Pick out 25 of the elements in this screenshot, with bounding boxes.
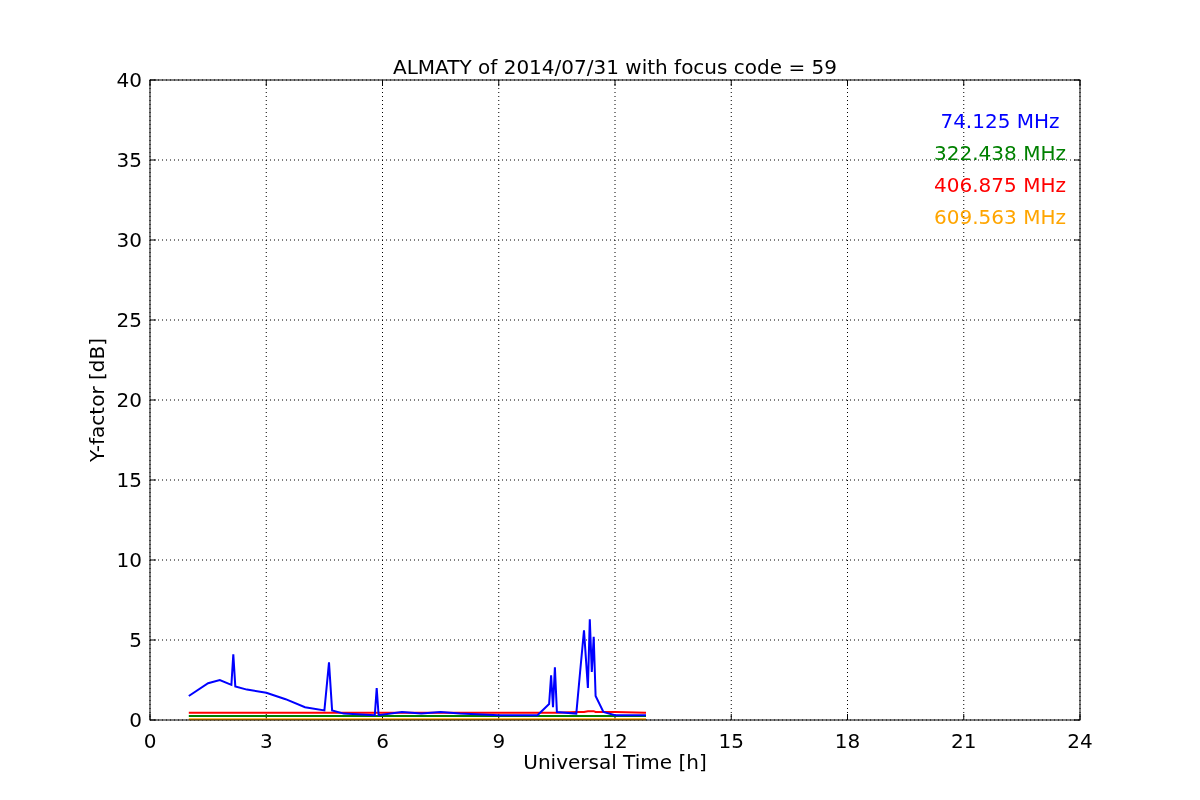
- y-tick-label: 5: [129, 628, 142, 652]
- y-tick-label: 10: [116, 548, 142, 572]
- legend-label: 322.438 MHz: [934, 141, 1066, 165]
- y-tick-label: 15: [116, 468, 142, 492]
- x-tick-label: 6: [376, 729, 389, 753]
- x-tick-label: 3: [259, 729, 273, 753]
- x-tick-label: 15: [718, 729, 744, 753]
- x-tick-label: 12: [602, 729, 628, 753]
- x-tick-label: 9: [492, 729, 506, 753]
- x-axis-label: Universal Time [h]: [523, 750, 707, 774]
- x-tick-label: 21: [951, 729, 977, 753]
- x-tick-label: 18: [834, 729, 861, 753]
- legend-label: 74.125 MHz: [940, 109, 1060, 133]
- x-tick-label: 0: [143, 729, 157, 753]
- y-tick-label: 20: [116, 388, 142, 412]
- y-axis-label: Y-factor [dB]: [85, 338, 109, 462]
- legend-label: 609.563 MHz: [934, 205, 1066, 229]
- y-tick-label: 40: [116, 68, 142, 92]
- x-tick-label: 24: [1067, 729, 1093, 753]
- y-tick-label: 25: [116, 308, 142, 332]
- y-tick-label: 0: [129, 708, 142, 732]
- y-tick-label: 35: [116, 148, 142, 172]
- legend-label: 406.875 MHz: [934, 173, 1066, 197]
- y-tick-label: 30: [116, 228, 142, 252]
- chart-title: ALMATY of 2014/07/31 with focus code = 59: [393, 55, 837, 79]
